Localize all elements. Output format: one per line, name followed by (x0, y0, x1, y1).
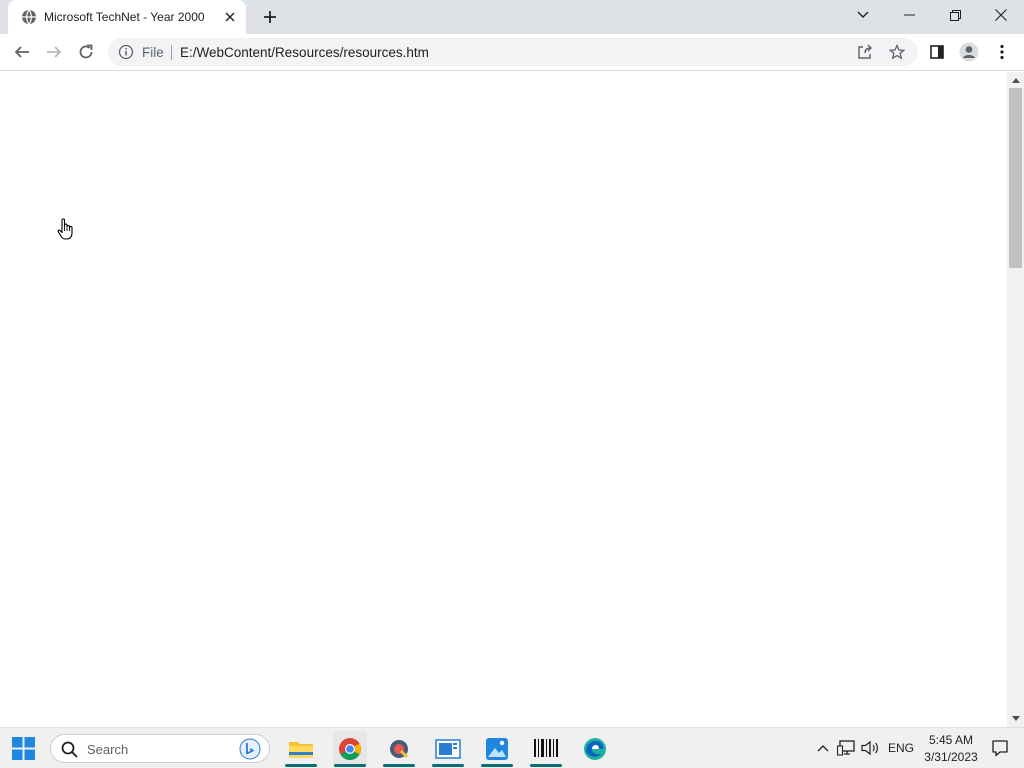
menu-icon[interactable] (988, 38, 1016, 66)
bing-icon[interactable] (239, 738, 261, 760)
active-indicator (334, 764, 366, 767)
address-separator (171, 45, 172, 60)
scroll-up-icon[interactable] (1007, 72, 1024, 88)
edge-icon[interactable] (578, 731, 612, 767)
browser-tab[interactable]: Microsoft TechNet - Year 2000 (8, 0, 246, 34)
windows-taskbar: Search ENG 5:45 AM 3/31/2023 (0, 727, 1024, 768)
restore-icon[interactable] (932, 0, 978, 30)
profile-icon[interactable] (955, 38, 983, 66)
active-indicator (432, 764, 464, 767)
hand-cursor-icon (57, 218, 73, 240)
language-indicator[interactable]: ENG (888, 741, 914, 755)
scroll-thumb[interactable] (1009, 88, 1022, 268)
active-indicator (481, 764, 513, 767)
star-icon[interactable] (888, 43, 906, 61)
app-icon[interactable] (431, 731, 465, 767)
scheme-label: File (142, 45, 164, 60)
info-icon[interactable] (118, 44, 134, 60)
window-close-icon[interactable] (978, 0, 1024, 30)
share-icon[interactable] (856, 43, 874, 61)
forward-icon[interactable] (40, 38, 68, 66)
chrome-icon[interactable] (333, 731, 367, 767)
globe-icon (22, 9, 36, 25)
photos-icon[interactable] (480, 731, 514, 767)
active-indicator (285, 764, 317, 767)
active-indicator (530, 764, 562, 767)
side-panel-icon[interactable] (923, 38, 951, 66)
chevron-up-icon[interactable] (814, 739, 832, 757)
tab-search-icon[interactable] (840, 0, 886, 30)
clock-time: 5:45 AM (928, 733, 974, 747)
reload-icon[interactable] (72, 38, 100, 66)
windows-start-icon[interactable] (12, 737, 35, 760)
active-indicator (383, 764, 415, 767)
barcode-icon[interactable] (529, 731, 563, 767)
minimize-icon[interactable] (886, 0, 932, 30)
vertical-scrollbar[interactable] (1007, 72, 1024, 727)
new-tab-icon[interactable] (258, 6, 282, 28)
address-bar[interactable]: File E:/WebContent/Resources/resources.h… (108, 38, 918, 66)
browser-toolbar: File E:/WebContent/Resources/resources.h… (0, 34, 1024, 71)
tab-title: Microsoft TechNet - Year 2000 (44, 10, 205, 24)
taskbar-search-input[interactable]: Search (50, 734, 270, 763)
search-placeholder: Search (87, 742, 129, 757)
browser-titlebar: Microsoft TechNet - Year 2000 (0, 0, 1024, 34)
notification-icon[interactable] (991, 739, 1009, 757)
volume-icon[interactable] (861, 739, 879, 757)
file-explorer-icon[interactable] (284, 731, 318, 767)
search-icon (61, 741, 78, 758)
tab-close-icon[interactable] (222, 9, 238, 25)
url-text[interactable]: E:/WebContent/Resources/resources.htm (180, 45, 429, 60)
clock-date: 3/31/2023 (924, 750, 978, 764)
network-icon[interactable] (837, 739, 855, 757)
app-icon[interactable] (382, 731, 416, 767)
taskbar-clock[interactable]: 5:45 AM 3/31/2023 (918, 732, 984, 766)
page-content[interactable] (0, 72, 1007, 727)
back-icon[interactable] (8, 38, 36, 66)
scroll-down-icon[interactable] (1007, 711, 1024, 727)
